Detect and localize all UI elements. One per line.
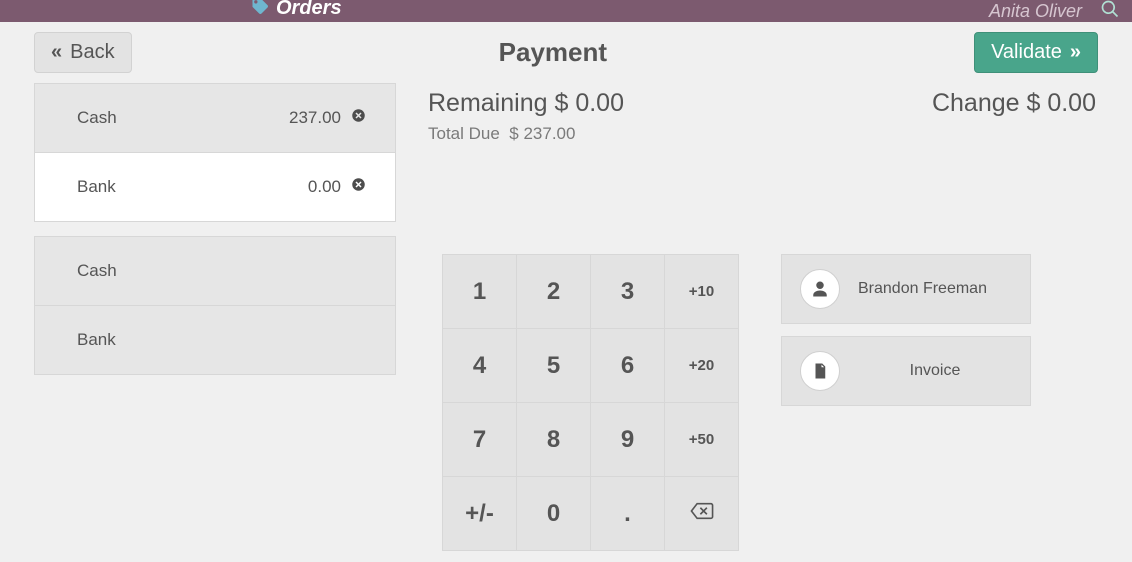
change-label: Change	[932, 89, 1020, 117]
customer-button[interactable]: Brandon Freeman	[781, 254, 1031, 324]
remaining-label: Remaining	[428, 89, 548, 117]
toolbar: « Back Payment Validate »	[0, 22, 1132, 83]
numpad-7[interactable]: 7	[443, 403, 517, 477]
tag-icon	[250, 0, 270, 21]
total-due: Total Due $ 237.00	[414, 122, 1098, 144]
change-value: $ 0.00	[1026, 89, 1096, 117]
numpad-5[interactable]: 5	[517, 329, 591, 403]
page-title: Payment	[132, 37, 974, 68]
invoice-label: Invoice	[858, 362, 1012, 380]
total-due-label: Total Due	[428, 124, 500, 143]
payment-line[interactable]: Cash 237.00	[35, 84, 395, 152]
numpad-9[interactable]: 9	[591, 403, 665, 477]
amounts-summary: Remaining $ 0.00 Change $ 0.00	[414, 83, 1098, 122]
numpad-0[interactable]: 0	[517, 477, 591, 551]
change: Change $ 0.00	[932, 89, 1096, 118]
chevrons-left-icon: «	[51, 41, 62, 64]
topbar-user[interactable]: Anita Oliver	[989, 1, 1082, 22]
payment-lines: Cash 237.00 Bank 0.00	[34, 83, 396, 222]
remove-payment-icon[interactable]	[341, 177, 375, 197]
payment-line-method: Bank	[77, 177, 251, 197]
numpad-2[interactable]: 2	[517, 255, 591, 329]
user-icon	[800, 269, 840, 309]
payment-method-cash[interactable]: Cash	[35, 237, 395, 305]
validate-button-label: Validate	[991, 41, 1062, 64]
remaining-value: $ 0.00	[554, 89, 624, 117]
payment-line-method: Cash	[77, 108, 251, 128]
back-button-label: Back	[70, 41, 114, 64]
numpad-plusminus[interactable]: +/-	[443, 477, 517, 551]
numpad-plus10[interactable]: +10	[665, 255, 739, 329]
numpad-plus50[interactable]: +50	[665, 403, 739, 477]
backspace-icon	[689, 500, 715, 528]
back-button[interactable]: « Back	[34, 32, 132, 73]
total-due-value: $ 237.00	[509, 124, 575, 143]
remove-payment-icon[interactable]	[341, 108, 375, 128]
customer-name: Brandon Freeman	[858, 280, 1012, 298]
payment-line-amount: 0.00	[251, 177, 341, 197]
payment-line-amount: 237.00	[251, 108, 341, 128]
document-icon	[800, 351, 840, 391]
invoice-button[interactable]: Invoice	[781, 336, 1031, 406]
remaining: Remaining $ 0.00	[428, 89, 624, 118]
numpad-6[interactable]: 6	[591, 329, 665, 403]
topbar: Orders Anita Oliver	[0, 0, 1132, 22]
numpad-3[interactable]: 3	[591, 255, 665, 329]
numpad-8[interactable]: 8	[517, 403, 591, 477]
topbar-section-label: Orders	[276, 0, 342, 20]
chevrons-right-icon: »	[1070, 41, 1081, 64]
payment-line[interactable]: Bank 0.00	[35, 152, 395, 221]
numpad-plus20[interactable]: +20	[665, 329, 739, 403]
validate-button[interactable]: Validate »	[974, 32, 1098, 73]
search-icon[interactable]	[1100, 0, 1120, 24]
payment-method-bank[interactable]: Bank	[35, 305, 395, 374]
payment-methods: Cash Bank	[34, 236, 396, 375]
numpad-decimal[interactable]: .	[591, 477, 665, 551]
numpad-4[interactable]: 4	[443, 329, 517, 403]
numpad: 1 2 3 +10 4 5 6 +20 7 8 9 +50 +/- 0 .	[442, 254, 739, 551]
numpad-backspace[interactable]	[665, 477, 739, 551]
numpad-1[interactable]: 1	[443, 255, 517, 329]
topbar-section[interactable]: Orders	[250, 0, 342, 21]
